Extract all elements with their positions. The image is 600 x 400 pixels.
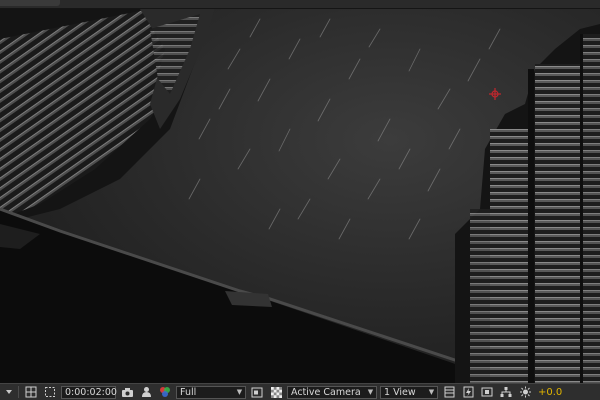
composition-viewer[interactable] — [0, 9, 600, 383]
mask-visibility-icon[interactable] — [42, 385, 58, 399]
fast-previews-icon[interactable] — [460, 385, 476, 399]
rain-streaks — [169, 18, 501, 240]
camera-view-value: Active Camera — [291, 386, 361, 398]
toolbar-separator — [18, 386, 19, 398]
right-tower — [455, 24, 600, 383]
panel-tab[interactable] — [0, 0, 60, 6]
transparency-grid-icon[interactable] — [268, 385, 284, 399]
chevron-down-icon: ▼ — [236, 388, 243, 396]
magnification-dropdown-icon[interactable] — [4, 385, 14, 399]
chevron-down-icon: ▼ — [428, 388, 435, 396]
reset-exposure-icon[interactable] — [517, 385, 533, 399]
resolution-dropdown[interactable]: Full ▼ — [176, 385, 246, 399]
color-channel-icon[interactable] — [157, 385, 173, 399]
view-layout-dropdown[interactable]: 1 View ▼ — [380, 385, 438, 399]
region-of-interest-icon[interactable] — [249, 385, 265, 399]
show-snapshot-icon[interactable] — [138, 385, 154, 399]
viewer-scene — [0, 9, 600, 383]
grid-guides-icon[interactable] — [23, 385, 39, 399]
flowchart-icon[interactable] — [498, 385, 514, 399]
timeline-icon[interactable] — [441, 385, 457, 399]
exposure-value[interactable]: +0.0 — [538, 387, 562, 398]
camera-snapshot-icon[interactable] — [119, 385, 135, 399]
left-tower — [0, 9, 215, 224]
anchor-point-crosshair[interactable] — [489, 88, 501, 100]
viewer-toolbar: 0:00:02:00 Full ▼ Active Camera ▼ 1 View… — [0, 383, 600, 400]
resolution-value: Full — [180, 386, 197, 398]
panel-top-edge — [0, 0, 600, 9]
view-layout-value: 1 View — [384, 386, 416, 398]
camera-view-dropdown[interactable]: Active Camera ▼ — [287, 385, 377, 399]
current-time-field[interactable]: 0:00:02:00 — [61, 385, 117, 399]
toggle-pixel-aspect-icon[interactable] — [479, 385, 495, 399]
chevron-down-icon: ▼ — [367, 388, 374, 396]
